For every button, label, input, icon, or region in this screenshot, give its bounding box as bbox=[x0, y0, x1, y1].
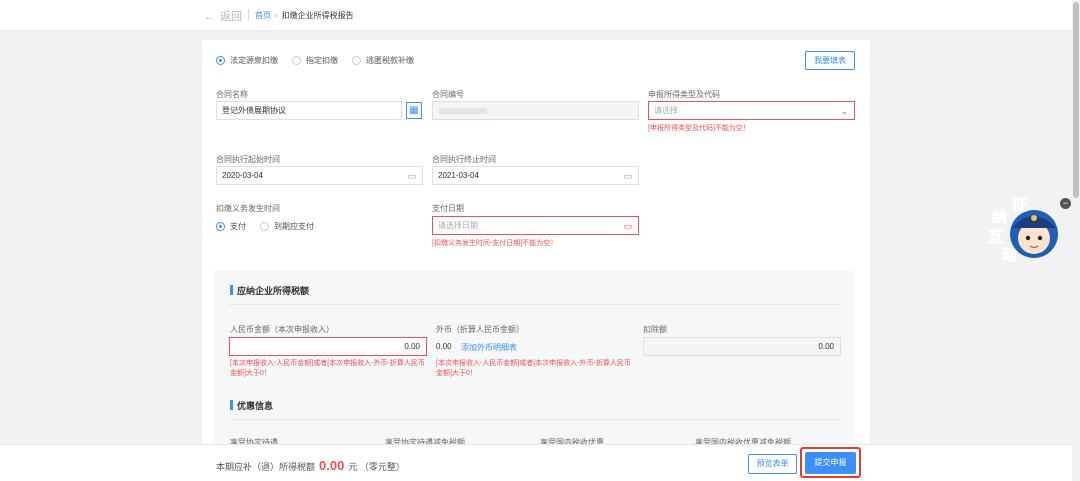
bottom-action-bar: 本期应补（退）所得税额 0.00 元 （零元整） bbox=[0, 444, 1072, 481]
end-date-input[interactable]: 2021-03-04 ▭ bbox=[432, 166, 639, 185]
breadcrumb-separator-icon: › bbox=[275, 11, 278, 20]
mascot-eye-icon bbox=[1037, 235, 1043, 241]
mascot-char: 征 bbox=[1012, 196, 1027, 214]
contract-picker-grid-icon[interactable]: ▦ bbox=[406, 102, 422, 119]
redacted-value bbox=[439, 108, 487, 114]
submit-highlight-frame bbox=[800, 447, 861, 478]
radio-evaded-tax-payment[interactable]: 逃匿税款补缴 bbox=[352, 55, 414, 66]
contract-name-value: 登记外债展期协议 bbox=[222, 106, 286, 115]
breadcrumb-home[interactable]: 首页 bbox=[255, 11, 271, 20]
section-title-tax: 应纳企业所得税额 bbox=[230, 284, 309, 297]
calendar-icon: ▭ bbox=[623, 171, 632, 181]
preview-form-button[interactable]: 预览表单 bbox=[748, 454, 797, 474]
contract-name-input[interactable]: 登记外债展期协议 bbox=[216, 101, 402, 120]
radio-label: 法定源泉扣缴 bbox=[230, 56, 278, 65]
end-date-value: 2021-03-04 bbox=[438, 171, 479, 180]
back-label: 返回 bbox=[220, 11, 242, 23]
radio-dot bbox=[216, 222, 225, 231]
foreign-currency-error: [本次申报收入-人民币金额]或者[本次申报收入-外币-折算人民币金额]大于0！ bbox=[436, 360, 631, 377]
scrollbar-thumb[interactable] bbox=[1073, 2, 1079, 198]
payment-date-placeholder: 请选择日期 bbox=[438, 221, 478, 230]
foreign-currency-value: 0.00 bbox=[436, 342, 452, 351]
breadcrumb: 首页 › 扣缴企业所得税报告 bbox=[255, 10, 354, 21]
mascot-eye-icon bbox=[1025, 235, 1031, 241]
start-date-input[interactable]: 2020-03-04 ▭ bbox=[216, 166, 423, 185]
radio-designated-withholding[interactable]: 指定扣缴 bbox=[292, 55, 338, 66]
back-arrow-icon: ← bbox=[204, 11, 215, 23]
income-type-label: 申报所得类型及代码 bbox=[648, 90, 720, 99]
radio-dot bbox=[260, 222, 269, 231]
total-prefix: 本期应补（退）所得税额 bbox=[216, 462, 316, 472]
radio-dot bbox=[292, 56, 301, 65]
rmb-amount-label: 人民币金额（本次申报收入） bbox=[230, 325, 334, 334]
deduction-value: 0.00 bbox=[818, 342, 834, 351]
contract-number-label: 合同编号 bbox=[432, 90, 464, 99]
start-date-label: 合同执行起始时间 bbox=[216, 155, 280, 164]
divider bbox=[248, 9, 249, 20]
total-unit: 元 bbox=[348, 462, 358, 472]
total-words: （零元整） bbox=[359, 462, 405, 472]
chevron-down-icon: ⌄ bbox=[840, 106, 848, 116]
payment-date-error: [扣缴义务发生时间-支付日期]不能为空！ bbox=[432, 240, 558, 247]
add-foreign-currency-link[interactable]: 添加外币明细表 bbox=[461, 342, 517, 353]
top-bar: ← 返回 首页 › 扣缴企业所得税报告 bbox=[0, 0, 1080, 31]
mascot-char: 纳 bbox=[992, 208, 1007, 226]
rmb-amount-error: [本次申报收入-人民币金额]或者[本次申报收入-外币-折算人民币金额]大于0！ bbox=[230, 360, 425, 377]
radio-label: 指定扣缴 bbox=[306, 56, 338, 65]
back-button[interactable]: ← 返回 bbox=[204, 8, 242, 24]
calendar-icon: ▭ bbox=[623, 221, 632, 231]
mascot-badge-icon bbox=[1031, 215, 1037, 221]
mascot-char: 动 bbox=[1002, 246, 1017, 264]
mascot-close-icon[interactable]: − bbox=[1060, 198, 1071, 209]
radio-dot bbox=[216, 56, 225, 65]
radio-label: 支付 bbox=[230, 222, 246, 231]
contract-name-label: 合同名称 bbox=[216, 90, 248, 99]
radio-due-payment[interactable]: 到期应支付 bbox=[260, 221, 314, 232]
radio-label: 逃匿税款补缴 bbox=[366, 56, 414, 65]
breadcrumb-current: 扣缴企业所得税报告 bbox=[281, 11, 354, 20]
deduction-label: 扣除额 bbox=[643, 325, 667, 334]
total-tax-summary: 本期应补（退）所得税额 0.00 元 （零元整） bbox=[216, 458, 405, 473]
rmb-amount-input[interactable]: 0.00 bbox=[229, 337, 427, 356]
radio-label: 到期应支付 bbox=[274, 222, 314, 231]
foreign-currency-label: 外币（折算人民币金额） bbox=[436, 325, 524, 334]
rmb-amount-value: 0.00 bbox=[404, 342, 420, 351]
fill-form-button[interactable]: 我要填表 bbox=[805, 51, 855, 70]
section-divider bbox=[228, 419, 843, 420]
income-type-error: [申报所得类型及代码]不能为空！ bbox=[648, 125, 750, 132]
end-date-label: 合同执行终止时间 bbox=[432, 155, 496, 164]
calendar-icon: ▭ bbox=[407, 171, 416, 181]
income-type-select[interactable]: 请选择 ⌄ bbox=[648, 101, 855, 120]
contract-number-input bbox=[432, 101, 639, 120]
obligation-time-group: 支付 到期应支付 bbox=[216, 221, 328, 232]
section-divider bbox=[228, 304, 843, 305]
tax-interaction-mascot[interactable]: 征 纳 互 动 bbox=[986, 194, 1064, 268]
payment-date-label: 支付日期 bbox=[432, 204, 464, 213]
radio-statutory-withholding[interactable]: 法定源泉扣缴 bbox=[216, 55, 278, 66]
payment-date-input[interactable]: 请选择日期 ▭ bbox=[432, 216, 639, 235]
radio-dot bbox=[352, 56, 361, 65]
mascot-char: 互 bbox=[988, 228, 1003, 246]
income-type-placeholder: 请选择 bbox=[654, 106, 678, 115]
deduction-input: 0.00 bbox=[643, 337, 841, 356]
radio-payment[interactable]: 支付 bbox=[216, 221, 246, 232]
withholding-type-group: 法定源泉扣缴 指定扣缴 逃匿税款补缴 bbox=[216, 55, 428, 66]
obligation-time-label: 扣缴义务发生时间 bbox=[216, 204, 280, 213]
start-date-value: 2020-03-04 bbox=[222, 171, 263, 180]
page-scrollbar[interactable] bbox=[1072, 0, 1080, 481]
section-title-discount: 优惠信息 bbox=[230, 399, 273, 412]
total-amount: 0.00 bbox=[319, 458, 345, 473]
